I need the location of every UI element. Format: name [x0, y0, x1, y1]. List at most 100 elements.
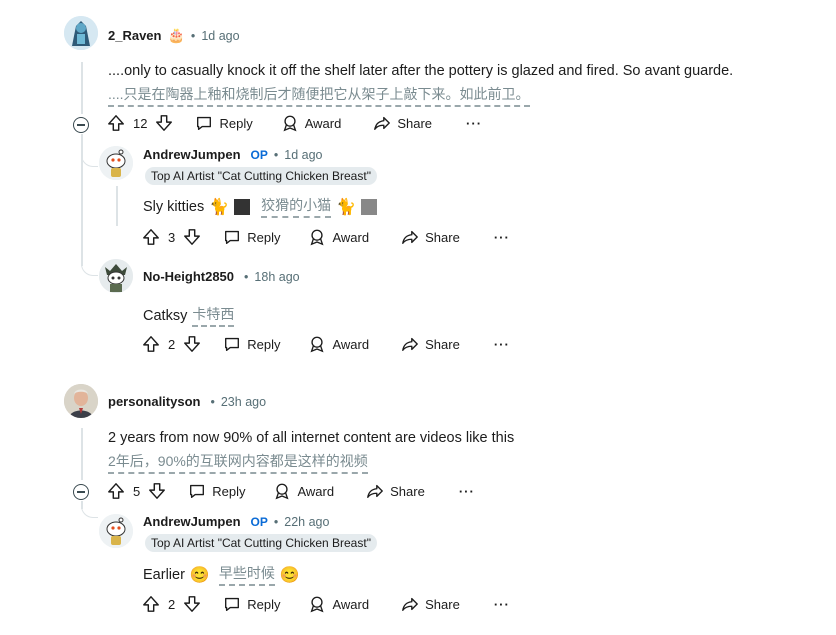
thread-branch [81, 501, 98, 518]
downvote-icon[interactable] [155, 114, 173, 132]
more-options-icon[interactable]: ··· [466, 116, 482, 131]
raven-avatar-icon [64, 16, 98, 50]
downvote-icon[interactable] [183, 595, 201, 613]
comment-translation: ....只是在陶器上釉和烧制后才随便把它从架子上敲下来。如此前卫。 [108, 84, 530, 107]
vote-count: 2 [168, 336, 176, 352]
more-options-icon[interactable]: ··· [494, 597, 510, 612]
avatar[interactable] [99, 146, 133, 180]
separator-dot: • [190, 28, 196, 43]
reply-label: Reply [247, 596, 281, 612]
comment-translation: 狡猾的小猫 [261, 195, 332, 218]
square-emoji-icon [361, 198, 378, 215]
comment-text: Earlier [143, 566, 185, 583]
avatar[interactable] [99, 514, 133, 548]
thread-line [116, 186, 118, 226]
reply-label: Reply [247, 336, 281, 352]
smile-emoji-icon: 😊 [279, 566, 300, 584]
cat-emoji-icon: 🐈 [209, 198, 230, 216]
share-button[interactable]: Share [401, 228, 460, 246]
thread-line [81, 62, 83, 114]
reply-button[interactable]: Reply [195, 114, 253, 132]
username[interactable]: personalityson [108, 394, 200, 409]
vote-count: 5 [133, 483, 141, 499]
award-button[interactable]: Award [308, 228, 369, 246]
reply-button[interactable]: Reply [223, 228, 280, 246]
award-label: Award [332, 229, 370, 245]
avatar[interactable] [64, 384, 98, 418]
avatar[interactable] [64, 16, 98, 50]
op-badge: OP [250, 147, 268, 162]
share-icon [402, 230, 418, 244]
comment-icon [197, 116, 212, 130]
reply-button[interactable]: Reply [223, 335, 280, 353]
upvote-icon[interactable] [142, 228, 160, 246]
comment-icon [225, 597, 240, 611]
upvote-icon[interactable] [142, 595, 160, 613]
separator-dot: • [244, 269, 249, 284]
share-button[interactable]: Share [373, 114, 432, 132]
award-button[interactable]: Award [308, 335, 369, 353]
share-label: Share [425, 596, 460, 612]
more-options-icon[interactable]: ··· [459, 484, 475, 499]
more-options-icon[interactable]: ··· [494, 230, 510, 245]
collapse-thread-button[interactable] [73, 484, 89, 500]
timestamp[interactable]: 18h ago [254, 270, 299, 284]
username[interactable]: AndrewJumpen [143, 147, 241, 162]
username[interactable]: 2_Raven [108, 28, 161, 43]
award-label: Award [304, 115, 342, 131]
comment-icon [225, 337, 240, 351]
cat-emoji-icon: 🐈 [336, 198, 357, 216]
reply-button[interactable]: Reply [188, 482, 245, 500]
timestamp[interactable]: 23h ago [221, 395, 266, 409]
reply-button[interactable]: Reply [223, 595, 280, 613]
upvote-icon[interactable] [142, 335, 160, 353]
upvote-icon[interactable] [107, 114, 125, 132]
comment-icon [190, 484, 205, 498]
award-button[interactable]: Award [281, 114, 342, 132]
username[interactable]: No-Height2850 [143, 269, 234, 284]
collapse-thread-button[interactable] [73, 117, 89, 133]
downvote-icon[interactable] [183, 335, 201, 353]
share-icon [402, 597, 418, 611]
timestamp[interactable]: 1d ago [284, 148, 322, 162]
thread-branch [81, 259, 98, 276]
share-label: Share [390, 483, 425, 499]
username[interactable]: AndrewJumpen [143, 514, 241, 529]
thread-line [81, 428, 83, 480]
separator-dot: • [210, 394, 215, 409]
comment-text: ....only to casually knock it off the sh… [108, 63, 734, 79]
comment-translation: 2年后，90%的互联网内容都是这样的视频 [108, 451, 368, 474]
share-button[interactable]: Share [401, 335, 460, 353]
share-icon [402, 337, 418, 351]
upvote-icon[interactable] [107, 482, 125, 500]
share-icon [367, 484, 383, 498]
downvote-icon[interactable] [148, 482, 166, 500]
award-label: Award [297, 483, 335, 499]
vote-count: 2 [168, 596, 176, 612]
share-button[interactable]: Share [401, 595, 460, 613]
user-flair: Top AI Artist "Cat Cutting Chicken Breas… [145, 534, 377, 552]
snoo-avatar-icon [99, 259, 133, 293]
user-flair: Top AI Artist "Cat Cutting Chicken Breas… [145, 167, 377, 185]
award-button[interactable]: Award [308, 595, 369, 613]
comment-text: Catksy [143, 307, 188, 324]
more-options-icon[interactable]: ··· [494, 337, 510, 352]
timestamp[interactable]: 1d ago [201, 29, 239, 43]
comment-icon [225, 230, 240, 244]
award-icon [310, 229, 324, 246]
snoo-avatar-icon [99, 146, 133, 180]
award-button[interactable]: Award [273, 482, 334, 500]
op-badge: OP [250, 514, 268, 529]
avatar[interactable] [99, 259, 133, 293]
comment-text: 2 years from now 90% of all internet con… [108, 430, 515, 446]
award-icon [310, 596, 324, 613]
timestamp[interactable]: 22h ago [284, 515, 329, 529]
share-button[interactable]: Share [366, 482, 425, 500]
comment-translation: 卡特西 [192, 304, 235, 327]
profile-photo-icon [64, 384, 98, 418]
downvote-icon[interactable] [183, 228, 201, 246]
snoo-avatar-icon [99, 514, 133, 548]
smile-emoji-icon: 😊 [189, 566, 210, 584]
comment-translation: 早些时候 [218, 563, 275, 586]
award-label: Award [332, 596, 370, 612]
